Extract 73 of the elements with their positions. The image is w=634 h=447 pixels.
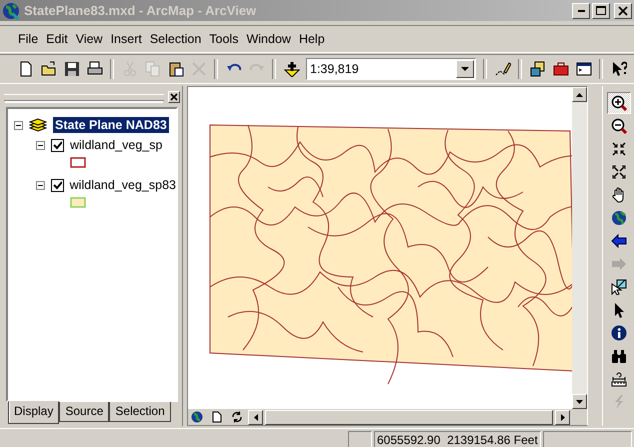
menu-item[interactable]: File — [14, 32, 42, 46]
close-icon — [618, 6, 628, 16]
measure-icon — [610, 371, 626, 387]
scrollbar-thumb[interactable] — [265, 410, 553, 424]
scroll-left-button[interactable] — [248, 410, 263, 424]
globe-icon — [191, 411, 203, 423]
zoom-in-tool[interactable] — [606, 92, 630, 114]
right-arrow-icon — [610, 256, 626, 272]
scroll-right-button[interactable] — [555, 410, 570, 424]
left-arrow-icon — [610, 233, 626, 249]
printer-icon — [86, 61, 102, 77]
maximize-button[interactable] — [592, 2, 610, 18]
scroll-down-button[interactable] — [572, 394, 587, 409]
checkmark-icon — [52, 180, 62, 190]
minimize-icon — [578, 10, 584, 12]
menu-item[interactable]: Selection — [146, 32, 206, 46]
copy-icon — [144, 61, 160, 77]
close-button[interactable] — [614, 2, 632, 18]
toc-tab[interactable]: Source — [59, 402, 110, 422]
arrows-outward-icon — [610, 164, 626, 180]
maximize-icon — [596, 6, 606, 16]
toc-tab[interactable]: Display — [8, 401, 60, 424]
close-button[interactable] — [168, 91, 180, 103]
panel-grip[interactable] — [4, 94, 164, 100]
arcmap-globe-icon — [2, 2, 20, 20]
catalog-icon — [530, 61, 546, 77]
status-panel — [348, 431, 372, 447]
menu-item[interactable]: Window — [242, 32, 295, 46]
menu-item[interactable]: View — [72, 32, 107, 46]
edit-pencil-icon — [494, 61, 510, 77]
layer-name[interactable]: wildland_veg_sp83 — [70, 178, 176, 192]
menu-item[interactable]: Tools — [205, 32, 242, 46]
left-arrow-icon — [254, 414, 258, 420]
down-arrow-icon — [576, 400, 583, 404]
checkmark-icon — [53, 140, 62, 150]
binoculars-icon — [610, 348, 626, 364]
minimize-button[interactable] — [572, 2, 590, 18]
zoom-out-icon — [610, 118, 626, 134]
coordinates-readout: 6055592.90 2139154.86 Feet — [374, 431, 541, 447]
page-icon — [212, 411, 222, 423]
up-arrow-icon — [576, 92, 583, 96]
layers-icon — [29, 118, 47, 132]
refresh-icon — [231, 411, 243, 423]
folder-icon — [40, 61, 56, 77]
right-arrow-icon — [560, 414, 564, 420]
layer-checkbox[interactable] — [50, 178, 64, 192]
close-icon — [170, 93, 178, 101]
scissors-icon — [122, 61, 138, 77]
hand-icon — [610, 187, 626, 203]
globe-icon — [610, 210, 626, 226]
whats-this-icon — [610, 61, 626, 77]
data-frame-label[interactable]: State Plane NAD83 — [53, 117, 169, 133]
page-icon — [18, 61, 34, 77]
toolbox-icon — [552, 61, 568, 77]
caret-icon — [461, 66, 469, 72]
command-window-icon — [576, 61, 592, 77]
scale-dropdown[interactable]: 1:39,819 — [306, 58, 476, 80]
floppy-icon — [64, 61, 80, 77]
scroll-up-button[interactable] — [572, 87, 587, 102]
window-title: StatePlane83.mxd - ArcMap - ArcView — [24, 3, 258, 18]
arrows-inward-icon — [610, 141, 626, 157]
menu-item[interactable]: Edit — [42, 32, 72, 46]
zoom-in-icon — [610, 95, 626, 111]
delete-icon — [190, 61, 206, 77]
info-icon — [610, 325, 626, 341]
select-features-icon — [610, 279, 626, 295]
layer-name[interactable]: wildland_veg_sp — [70, 138, 162, 152]
plus-icon — [284, 61, 300, 77]
menu-item[interactable]: Help — [294, 32, 329, 46]
layer-checkbox[interactable] — [51, 138, 64, 152]
menu-item[interactable]: Insert — [106, 32, 146, 46]
clipboard-icon — [168, 61, 184, 77]
toc-tab[interactable]: Selection — [109, 402, 171, 422]
